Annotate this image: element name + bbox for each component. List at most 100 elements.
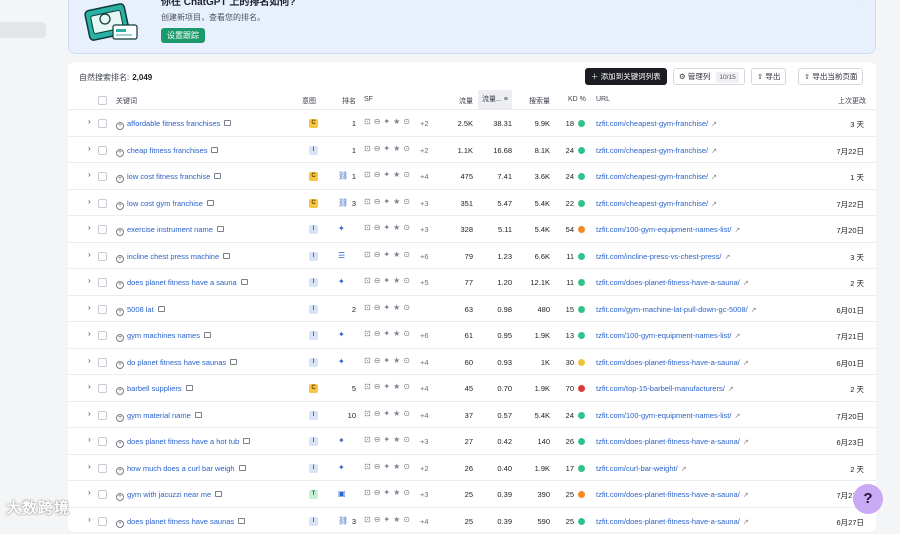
url-link[interactable]: tzfit.com/cheapest-gym-franchise/ [596,119,708,128]
serp-features-more[interactable]: +5 [420,278,429,287]
url-cell[interactable]: tzfit.com/gym-machine-lat-pull-down-gc-5… [596,305,757,314]
external-link-icon[interactable]: ↗ [734,333,740,340]
external-link-icon[interactable]: ↗ [711,201,717,208]
expand-chevron-icon[interactable]: › [88,197,91,206]
url-cell[interactable]: tzfit.com/top-15-barbell-manufacturers/↗ [596,384,734,393]
row-checkbox[interactable] [98,119,107,128]
col-keyword[interactable]: 关键词 [116,96,137,106]
serp-icon[interactable] [230,359,237,365]
keyword-cell[interactable]: +exercise instrument name [116,225,224,236]
col-traffic-share[interactable]: 流量... ≡ [478,90,512,109]
table-row[interactable]: ›+affordable fitness franchisesC1⊡⊖✦★⊙+2… [68,110,876,137]
select-all-checkbox[interactable] [98,96,107,105]
col-sf[interactable]: SF [364,96,373,103]
expand-chevron-icon[interactable]: › [88,170,91,179]
expand-chevron-icon[interactable]: › [88,515,91,524]
keyword-cell[interactable]: +5008 lat [116,305,165,316]
serp-features-more[interactable]: +4 [420,411,429,420]
external-link-icon[interactable]: ↗ [734,227,740,234]
keyword-cell[interactable]: +low cost fitness franchise [116,172,221,183]
add-keyword-icon[interactable]: + [116,361,124,369]
external-link-icon[interactable]: ↗ [711,121,717,128]
keyword-cell[interactable]: +barbell suppliers [116,384,193,395]
add-keyword-icon[interactable]: + [116,122,124,130]
url-cell[interactable]: tzfit.com/100-gym-equipment-names-list/↗ [596,411,740,420]
table-row[interactable]: ›+gym machines namesI✦⊡⊖✦★⊙+6610.951.9K1… [68,322,876,349]
url-cell[interactable]: tzfit.com/curl-bar-weight/↗ [596,464,687,473]
url-link[interactable]: tzfit.com/does-planet-fitness-have-a-sau… [596,517,740,526]
external-link-icon[interactable]: ↗ [743,280,749,287]
expand-chevron-icon[interactable]: › [88,250,91,259]
url-cell[interactable]: tzfit.com/cheapest-gym-franchise/↗ [596,119,717,128]
keyword-link[interactable]: 5008 lat [127,305,154,314]
url-link[interactable]: tzfit.com/100-gym-equipment-names-list/ [596,411,731,420]
expand-chevron-icon[interactable]: › [88,329,91,338]
keyword-link[interactable]: low cost fitness franchise [127,172,210,181]
expand-chevron-icon[interactable]: › [88,382,91,391]
keyword-link[interactable]: affordable fitness franchises [127,119,220,128]
expand-chevron-icon[interactable]: › [88,303,91,312]
row-checkbox[interactable] [98,331,107,340]
url-cell[interactable]: tzfit.com/does-planet-fitness-have-a-sau… [596,490,749,499]
external-link-icon[interactable]: ↗ [728,386,734,393]
url-link[interactable]: tzfit.com/does-planet-fitness-have-a-sau… [596,490,740,499]
help-button[interactable]: ? [853,484,883,514]
table-row[interactable]: ›+does planet fitness have a saunaI✦⊡⊖✦★… [68,269,876,296]
expand-chevron-icon[interactable]: › [88,488,91,497]
url-cell[interactable]: tzfit.com/does-planet-fitness-have-a-sau… [596,278,749,287]
expand-chevron-icon[interactable]: › [88,144,91,153]
external-link-icon[interactable]: ↗ [734,413,740,420]
url-link[interactable]: tzfit.com/cheapest-gym-franchise/ [596,146,708,155]
serp-icon[interactable] [217,226,224,232]
serp-features-more[interactable]: +6 [420,252,429,261]
add-keyword-icon[interactable]: + [116,520,124,528]
keyword-link[interactable]: exercise instrument name [127,225,213,234]
table-row[interactable]: ›+does planet fitness have saunasI⛓3⊡⊖✦★… [68,508,876,534]
keyword-cell[interactable]: +how much does a curl bar weigh [116,464,246,475]
add-keyword-icon[interactable]: + [116,149,124,157]
expand-chevron-icon[interactable]: › [88,356,91,365]
url-cell[interactable]: tzfit.com/100-gym-equipment-names-list/↗ [596,331,740,340]
url-link[interactable]: tzfit.com/cheapest-gym-franchise/ [596,199,708,208]
add-keyword-icon[interactable]: + [116,467,124,475]
add-keyword-icon[interactable]: + [116,281,124,289]
keyword-link[interactable]: how much does a curl bar weigh [127,464,235,473]
keyword-cell[interactable]: +affordable fitness franchises [116,119,231,130]
serp-features-more[interactable]: +6 [420,331,429,340]
serp-icon[interactable] [158,306,165,312]
url-link[interactable]: tzfit.com/top-15-barbell-manufacturers/ [596,384,725,393]
add-keyword-icon[interactable]: + [116,308,124,316]
add-keyword-icon[interactable]: + [116,414,124,422]
external-link-icon[interactable]: ↗ [711,148,717,155]
expand-chevron-icon[interactable]: › [88,223,91,232]
col-last-updated[interactable]: 上次更改 [838,96,866,106]
keyword-cell[interactable]: +low cost gym franchise [116,199,214,210]
keyword-link[interactable]: gym machines names [127,331,200,340]
col-position[interactable]: 排名 [342,96,356,106]
table-row[interactable]: ›+exercise instrument nameI✦⊡⊖✦★⊙+33285.… [68,216,876,243]
serp-features-more[interactable]: +4 [420,384,429,393]
external-link-icon[interactable]: ↗ [743,360,749,367]
manage-columns-button[interactable]: ⚙ 管理列 10/15 [673,68,745,85]
table-row[interactable]: ›+gym with jacuzzi near meT▣⊡⊖✦★⊙+3250.3… [68,481,876,508]
url-link[interactable]: tzfit.com/100-gym-equipment-names-list/ [596,225,731,234]
export-current-page-button[interactable]: ⇧ 导出当前页面 [798,68,863,85]
row-checkbox[interactable] [98,199,107,208]
add-keyword-icon[interactable]: + [116,387,124,395]
add-keyword-icon[interactable]: + [116,202,124,210]
keyword-link[interactable]: do planet fitness have saunas [127,358,226,367]
row-checkbox[interactable] [98,146,107,155]
serp-icon[interactable] [211,147,218,153]
url-link[interactable]: tzfit.com/gym-machine-lat-pull-down-gc-5… [596,305,748,314]
external-link-icon[interactable]: ↗ [743,519,749,526]
table-row[interactable]: ›+do planet fitness have saunasI✦⊡⊖✦★⊙+4… [68,349,876,376]
keyword-link[interactable]: does planet fitness have a hot tub [127,437,239,446]
setup-tracking-button[interactable]: 设置跟踪 [161,28,205,43]
keyword-link[interactable]: cheap fitness franchises [127,146,207,155]
url-link[interactable]: tzfit.com/does-planet-fitness-have-a-sau… [596,437,740,446]
serp-icon[interactable] [215,491,222,497]
add-keyword-icon[interactable]: + [116,175,124,183]
table-row[interactable]: ›+low cost gym franchiseC⛓3⊡⊖✦★⊙+33515.4… [68,190,876,217]
keyword-link[interactable]: does planet fitness have saunas [127,517,234,526]
keyword-cell[interactable]: +incline chest press machine [116,252,230,263]
